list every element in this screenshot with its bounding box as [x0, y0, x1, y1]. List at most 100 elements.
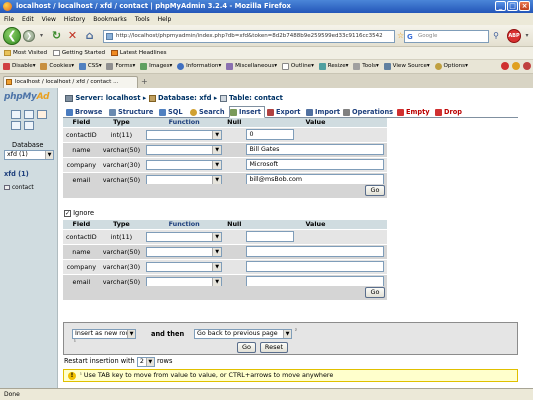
tab-empty[interactable]: Empty [397, 107, 430, 118]
dev-css[interactable]: CSS▾ [78, 60, 102, 73]
table-row: contactID int(11) ▼ [63, 228, 388, 244]
reset-button[interactable]: Reset [260, 342, 288, 353]
left-navigation-panel: phpMyAd Database xfd (1) ▼ xfd (1) contac… [0, 88, 58, 388]
tab-search[interactable]: Search [190, 107, 225, 118]
table-item-contact[interactable]: contact [4, 185, 34, 191]
value-input[interactable] [246, 246, 385, 257]
tab-favicon [6, 79, 12, 85]
browser-tab[interactable]: localhost / localhost / xfd / contact ..… [3, 76, 138, 88]
phpmyadmin-logo[interactable]: phpMyAd [4, 92, 49, 102]
value-input[interactable] [246, 231, 295, 242]
dev-forms[interactable]: Forms▾ [106, 60, 135, 73]
sql-query-window-icon[interactable] [24, 110, 34, 119]
dev-resize[interactable]: Resize▾ [318, 60, 348, 73]
table-row: company varchar(30) ▼ Microsoft [63, 156, 388, 172]
warning-status-icon[interactable] [512, 62, 520, 70]
function-select[interactable]: ▼ [146, 231, 223, 242]
search-go-icon[interactable]: ⚲ [492, 31, 500, 41]
options-icon [434, 63, 442, 70]
function-select[interactable]: ▼ [146, 261, 223, 272]
value-input[interactable] [246, 261, 385, 272]
breadcrumb-database[interactable]: Database: xfd [158, 94, 211, 102]
home-icon[interactable] [11, 110, 21, 119]
database-select[interactable]: xfd (1) ▼ [4, 150, 54, 160]
function-select[interactable]: ▼ [146, 129, 223, 140]
reload-navigation-icon[interactable] [37, 110, 47, 119]
insert-mode-select[interactable]: Insert as new row ▼ [72, 329, 136, 339]
function-select[interactable]: ▼ [146, 246, 223, 257]
reload-icon[interactable]: ↻ [50, 29, 63, 42]
documentation-icon[interactable] [11, 121, 21, 130]
adblock-dropdown-icon[interactable]: ▾ [523, 30, 531, 42]
maximize-icon[interactable]: □ [507, 1, 518, 11]
structure-icon [109, 109, 116, 116]
table-header-row: Field Type Function Null Value [63, 220, 388, 229]
value-input[interactable]: Microsoft [246, 159, 385, 170]
dev-information[interactable]: Information▾ [177, 60, 221, 73]
value-input[interactable]: 0 [246, 129, 295, 140]
and-then-label: and then [151, 330, 185, 338]
value-input[interactable]: Bill Gates [246, 144, 385, 155]
go-button[interactable]: Go [237, 342, 256, 353]
tab-drop[interactable]: Drop [435, 107, 462, 118]
restart-label: Restart insertion with [64, 357, 135, 365]
function-select[interactable]: ▼ [146, 159, 223, 170]
error-status-icon[interactable] [501, 62, 509, 70]
table-row: name varchar(50) ▼ [63, 243, 388, 259]
dev-images[interactable]: Images▾ [140, 60, 172, 73]
bookmark-star-icon[interactable]: ☆ [397, 31, 404, 41]
after-insert-select[interactable]: Go back to previous page ▼ [194, 329, 292, 339]
dev-disable[interactable]: Disable▾ [3, 60, 36, 73]
database-link[interactable]: xfd (1) [4, 170, 29, 178]
url-bar[interactable]: http://localhost/phpmyadmin/index.php?db… [103, 30, 395, 43]
field-name: company [63, 258, 100, 274]
dev-view-source[interactable]: View Source▾ [383, 60, 430, 73]
breadcrumb-table[interactable]: Table: contact [229, 94, 283, 102]
close-icon[interactable]: × [519, 1, 530, 11]
search-input[interactable]: G Google [404, 30, 489, 43]
tab-browse[interactable]: Browse [66, 107, 102, 118]
header-function: Function [143, 220, 226, 229]
stop-icon[interactable]: ✕ [66, 29, 79, 42]
dev-tools[interactable]: Tools▾ [353, 60, 379, 73]
restart-count-select[interactable]: 2 ▼ [136, 357, 155, 367]
devbar-close-icon[interactable] [523, 62, 531, 70]
header-type: Type [99, 118, 144, 127]
help-icon[interactable] [24, 121, 34, 130]
dev-cookies[interactable]: Cookies▾ [40, 60, 74, 73]
tab-insert[interactable]: Insert [229, 106, 265, 118]
new-tab-icon[interactable]: + [141, 77, 148, 86]
dev-options[interactable]: Options▾ [434, 60, 468, 73]
tab-export[interactable]: Export [267, 107, 300, 118]
history-dropdown-icon[interactable]: ▾ [37, 30, 46, 42]
back-icon[interactable]: ❮ [3, 27, 21, 45]
adblock-icon[interactable]: ABP [507, 29, 521, 43]
tab-import[interactable]: Import [306, 107, 340, 118]
google-icon: G [407, 33, 413, 41]
bookmark-latest-headlines[interactable]: Latest Headlines [110, 47, 167, 59]
field-type: varchar(50) [99, 141, 144, 157]
rss-icon [110, 50, 118, 56]
bookmark-getting-started[interactable]: Getting Started [52, 47, 105, 59]
forward-icon[interactable]: ❯ [23, 30, 35, 42]
go-button[interactable]: Go [365, 287, 385, 298]
ignore-option[interactable]: ✓ Ignore [64, 209, 94, 217]
ignore-checkbox[interactable]: ✓ [64, 209, 71, 217]
go-button[interactable]: Go [365, 185, 385, 196]
dev-outline[interactable]: Outline▾ [281, 60, 314, 73]
navigation-toolbar: ❮ ❯ ▾ ↻ ✕ ⌂ http://localhost/phpmyadmin/… [0, 25, 533, 47]
after-insert-footnote: ² [295, 329, 297, 334]
home-icon[interactable]: ⌂ [83, 29, 96, 42]
bookmark-most-visited[interactable]: Most Visited [4, 47, 47, 59]
dev-miscellaneous[interactable]: Miscellaneous▾ [226, 60, 277, 73]
chevron-down-icon: ▼ [212, 175, 222, 184]
menu-bar: File Edit View History Bookmarks Tools Help [0, 13, 533, 25]
tab-structure[interactable]: Structure [109, 107, 153, 118]
table-row: name varchar(50) ▼ Bill Gates [63, 141, 388, 157]
export-icon [267, 109, 274, 116]
tab-sql[interactable]: SQL [159, 107, 183, 118]
function-select[interactable]: ▼ [146, 144, 223, 155]
tab-operations[interactable]: Operations [343, 107, 393, 118]
breadcrumb-server[interactable]: Server: localhost [75, 94, 140, 102]
minimize-icon[interactable]: _ [495, 1, 506, 11]
